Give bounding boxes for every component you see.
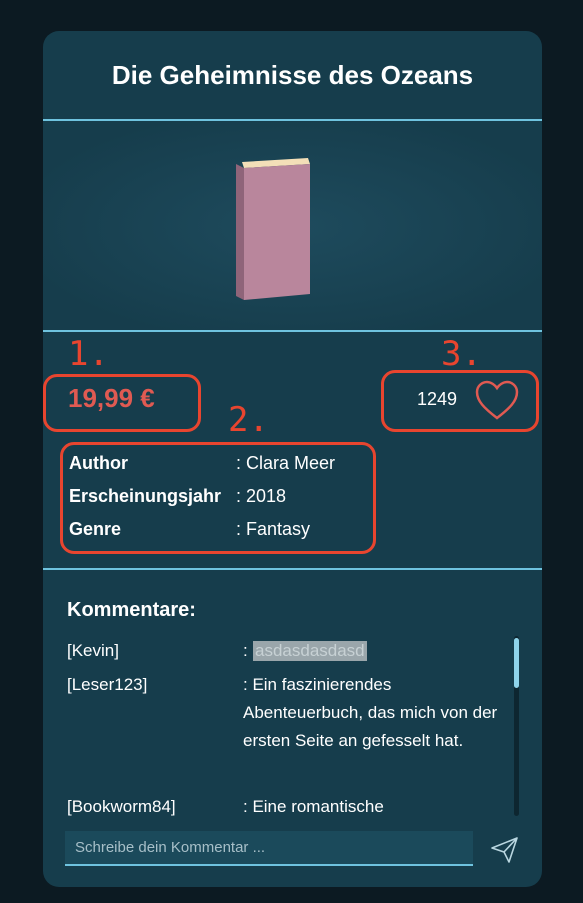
send-icon[interactable]: [490, 836, 520, 864]
annotation-number: 3.: [441, 334, 482, 374]
divider: [43, 119, 542, 121]
annotation-number: 1.: [68, 334, 109, 374]
comment-text: : Ein faszinierendes Abenteuerbuch, das …: [243, 675, 498, 750]
comment-user: [Bookworm84]: [67, 797, 176, 816]
annotation-box: [60, 442, 376, 554]
comment-separator: :: [243, 641, 248, 660]
divider: [43, 568, 542, 570]
annotation-number: 2.: [228, 400, 269, 440]
comment-user: [Kevin]: [67, 641, 119, 660]
comments-list[interactable]: [Kevin] : asdasdasdasd [Leser123] : Ein …: [43, 631, 542, 819]
comments-heading: Kommentare:: [67, 599, 196, 621]
book-title: Die Geheimnisse des Ozeans: [111, 59, 474, 90]
comment-input[interactable]: [65, 831, 473, 866]
annotation-box: [381, 370, 539, 432]
book-image-area: [43, 122, 542, 331]
divider: [43, 330, 542, 332]
comment-user: [Leser123]: [67, 675, 148, 694]
annotation-box: [43, 374, 201, 432]
comment-text: asdasdasdasd: [253, 641, 367, 661]
comment-text: : Eine romantische: [243, 797, 384, 816]
book-image: [236, 158, 310, 300]
scrollbar-thumb[interactable]: [514, 638, 519, 688]
